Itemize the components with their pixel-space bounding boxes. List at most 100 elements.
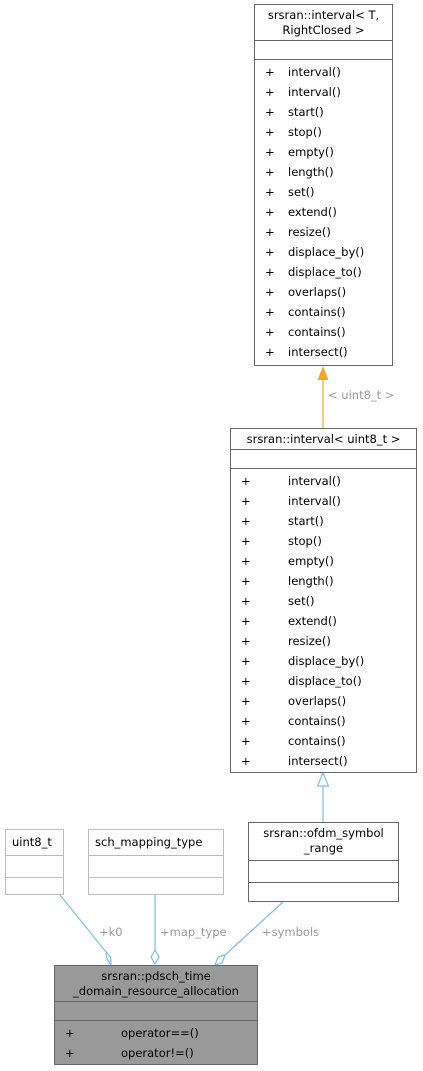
member-row[interactable]: + operator==() bbox=[55, 1023, 257, 1043]
methods-compartment: + interval() + interval() + start() + stop() + em… bbox=[231, 468, 416, 774]
k0-label: +k0 bbox=[99, 925, 123, 939]
symbols-label: +symbols bbox=[262, 925, 320, 939]
member-name: stop() bbox=[288, 534, 322, 548]
member-row[interactable]: + interval() bbox=[231, 471, 416, 491]
member-row[interactable]: + overlaps() bbox=[255, 282, 392, 302]
k0-diamond bbox=[105, 950, 112, 968]
node-title: uint8_t bbox=[12, 835, 52, 849]
member-name: length() bbox=[288, 574, 334, 588]
visibility-marker: + bbox=[265, 305, 275, 319]
member-row[interactable]: + start() bbox=[255, 102, 392, 122]
visibility-marker: + bbox=[241, 754, 251, 768]
member-row[interactable]: + set() bbox=[255, 182, 392, 202]
template-arg-label: < uint8_t > bbox=[328, 388, 395, 402]
member-row[interactable]: + extend() bbox=[231, 611, 416, 631]
member-row[interactable]: + empty() bbox=[255, 142, 392, 162]
member-row[interactable]: + displace_by() bbox=[255, 242, 392, 262]
member-name: overlaps() bbox=[288, 694, 347, 708]
member-name: displace_by() bbox=[288, 245, 365, 259]
member-name: contains() bbox=[288, 325, 346, 339]
member-name: resize() bbox=[288, 225, 331, 239]
member-row[interactable]: + intersect() bbox=[231, 751, 416, 771]
member-name: extend() bbox=[288, 614, 337, 628]
node-title: srsran::ofdm_symbol _range bbox=[263, 826, 384, 855]
visibility-marker: + bbox=[241, 734, 251, 748]
visibility-marker: + bbox=[265, 205, 275, 219]
visibility-marker: + bbox=[241, 514, 251, 528]
visibility-marker: + bbox=[265, 285, 275, 299]
member-row[interactable]: + displace_to() bbox=[231, 671, 416, 691]
node-interval-uint8[interactable]: srsran::interval< uint8_t > + interval() +… bbox=[230, 428, 417, 773]
member-row[interactable]: + contains() bbox=[255, 302, 392, 322]
member-row[interactable]: + contains() bbox=[231, 731, 416, 751]
node-template-interval[interactable]: srsran::interval< T, RightClosed > + inte… bbox=[254, 4, 393, 366]
methods-compartment bbox=[6, 877, 63, 898]
member-row[interactable]: + overlaps() bbox=[231, 691, 416, 711]
member-name: empty() bbox=[288, 145, 334, 159]
member-name: contains() bbox=[288, 734, 346, 748]
node-title: srsran::interval< uint8_t > bbox=[246, 432, 401, 446]
attributes-compartment bbox=[255, 40, 392, 59]
methods-compartment bbox=[249, 882, 398, 903]
member-name: intersect() bbox=[288, 345, 348, 359]
member-row[interactable]: + stop() bbox=[231, 531, 416, 551]
member-name: interval() bbox=[288, 65, 341, 79]
member-name: interval() bbox=[288, 474, 341, 488]
member-row[interactable]: + displace_to() bbox=[255, 262, 392, 282]
member-row[interactable]: + extend() bbox=[255, 202, 392, 222]
visibility-marker: + bbox=[265, 245, 275, 259]
member-row[interactable]: + intersect() bbox=[255, 342, 392, 362]
visibility-marker: + bbox=[241, 494, 251, 508]
member-name: displace_to() bbox=[288, 265, 362, 279]
visibility-marker: + bbox=[241, 714, 251, 728]
member-name: resize() bbox=[288, 634, 331, 648]
member-name: overlaps() bbox=[288, 285, 347, 299]
visibility-marker: + bbox=[265, 105, 275, 119]
member-name: empty() bbox=[288, 554, 334, 568]
attributes-compartment bbox=[55, 1001, 257, 1020]
visibility-marker: + bbox=[265, 65, 275, 79]
visibility-marker: + bbox=[65, 1026, 75, 1040]
member-name: set() bbox=[288, 185, 315, 199]
member-name: set() bbox=[288, 594, 315, 608]
member-name: displace_by() bbox=[288, 654, 365, 668]
member-row[interactable]: + interval() bbox=[255, 82, 392, 102]
member-row[interactable]: + contains() bbox=[255, 322, 392, 342]
member-row[interactable]: + interval() bbox=[231, 491, 416, 511]
member-row[interactable]: + stop() bbox=[255, 122, 392, 142]
visibility-marker: + bbox=[265, 85, 275, 99]
member-row[interactable]: + empty() bbox=[231, 551, 416, 571]
member-row[interactable]: + interval() bbox=[255, 62, 392, 82]
visibility-marker: + bbox=[241, 614, 251, 628]
node-title: srsran::interval< T, RightClosed > bbox=[267, 8, 380, 37]
member-name: interval() bbox=[288, 494, 341, 508]
member-row[interactable]: + resize() bbox=[231, 631, 416, 651]
visibility-marker: + bbox=[265, 165, 275, 179]
visibility-marker: + bbox=[241, 654, 251, 668]
node-sch-mapping-type[interactable]: sch_mapping_type bbox=[88, 829, 224, 895]
visibility-marker: + bbox=[241, 694, 251, 708]
visibility-marker: + bbox=[265, 185, 275, 199]
member-row[interactable]: + start() bbox=[231, 511, 416, 531]
member-row[interactable]: + operator!=() bbox=[55, 1043, 257, 1063]
map-type-label: +map_type bbox=[160, 925, 227, 939]
member-row[interactable]: + resize() bbox=[255, 222, 392, 242]
member-row[interactable]: + length() bbox=[255, 162, 392, 182]
visibility-marker: + bbox=[265, 265, 275, 279]
visibility-marker: + bbox=[265, 325, 275, 339]
node-uint8-t[interactable]: uint8_t bbox=[5, 829, 64, 895]
member-row[interactable]: + contains() bbox=[231, 711, 416, 731]
member-name: extend() bbox=[288, 205, 337, 219]
member-row[interactable]: + length() bbox=[231, 571, 416, 591]
visibility-marker: + bbox=[265, 145, 275, 159]
methods-compartment: + interval() + interval() + start() + stop() + em… bbox=[255, 59, 392, 365]
member-row[interactable]: + set() bbox=[231, 591, 416, 611]
visibility-marker: + bbox=[241, 574, 251, 588]
visibility-marker: + bbox=[241, 594, 251, 608]
member-name: length() bbox=[288, 165, 334, 179]
visibility-marker: + bbox=[65, 1046, 75, 1060]
member-row[interactable]: + displace_by() bbox=[231, 651, 416, 671]
node-ofdm-symbol-range[interactable]: srsran::ofdm_symbol _range bbox=[248, 822, 399, 902]
inheritance-arrowhead bbox=[316, 771, 330, 787]
node-pdsch-time-domain-resource-allocation[interactable]: srsran::pdsch_time _domain_resource_allo… bbox=[54, 965, 258, 1065]
